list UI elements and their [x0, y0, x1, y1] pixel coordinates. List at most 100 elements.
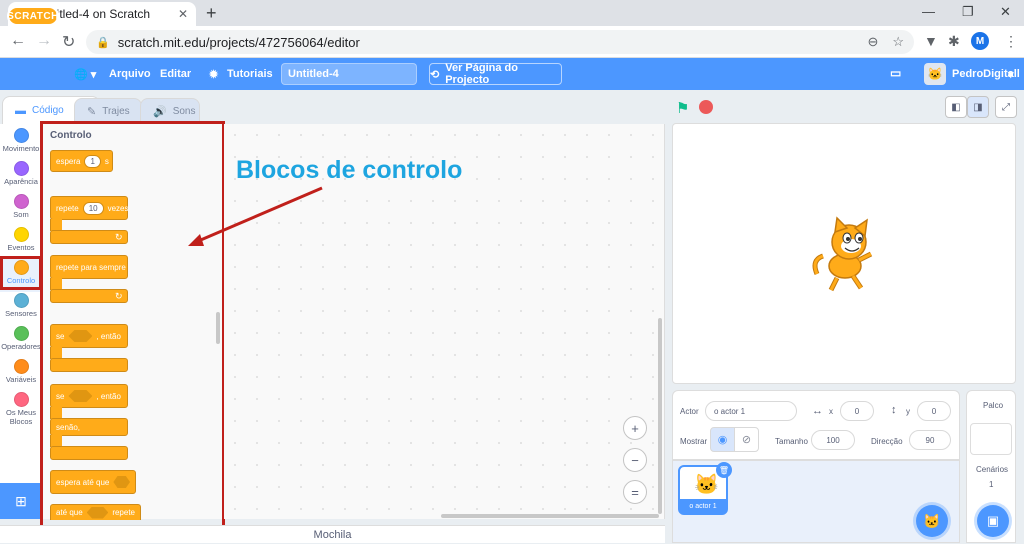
annotation-arrow	[188, 186, 323, 246]
category-sensing-label: Sensores	[5, 309, 37, 318]
small-stage-icon: ◧	[951, 101, 961, 113]
category-operators-label: Operadores	[1, 342, 41, 351]
add-extension-icon: ⊞	[15, 492, 27, 509]
category-my-blocks-dot	[13, 392, 29, 407]
zoom-reset-button[interactable]: =	[623, 480, 647, 504]
user-avatar[interactable]: 🐱	[924, 63, 946, 85]
hide-sprite-button[interactable]: ⊘	[734, 427, 759, 452]
lock-icon: 🔒	[96, 36, 110, 49]
new-tab-icon[interactable]: +	[206, 3, 217, 24]
cat-thumbnail-icon: 🐱	[694, 474, 719, 496]
category-operators[interactable]: Operadores	[0, 326, 42, 360]
category-looks-dot	[13, 161, 29, 176]
zoom-out-button[interactable]: −	[623, 448, 647, 472]
see-project-page-button[interactable]: ⟲ Ver Página do Projecto	[429, 62, 562, 86]
language-globe-icon[interactable]: 🌐 ▾	[74, 68, 96, 81]
category-events-dot	[13, 227, 29, 242]
menu-file[interactable]: Arquivo	[109, 68, 151, 80]
size-input[interactable]: 100	[811, 430, 855, 450]
category-variables[interactable]: Variáveis	[0, 359, 42, 393]
profile-avatar[interactable]: M	[971, 32, 989, 50]
category-sensing-dot	[13, 293, 29, 308]
browser-tab-title: Untitled-4 on Scratch	[38, 7, 151, 21]
category-my-blocks-label: Os Meus Blocos	[5, 408, 36, 426]
choose-sprite-button[interactable]: 🐱	[916, 505, 948, 537]
reload-icon[interactable]: ↻	[62, 32, 75, 52]
annotation-text: Blocos de controlo	[236, 156, 463, 184]
category-sensing[interactable]: Sensores	[0, 293, 42, 327]
menu-tutorials[interactable]: Tutoriais	[227, 68, 273, 80]
script-vertical-scrollbar[interactable]	[658, 318, 662, 514]
scratch-logo[interactable]: SCRATCH	[7, 6, 59, 26]
puzzle-extensions-icon[interactable]: ✱	[948, 33, 960, 50]
small-stage-button[interactable]: ◧	[945, 96, 967, 118]
address-bar[interactable]: 🔒 scratch.mit.edu/projects/472756064/edi…	[86, 30, 914, 54]
tutorials-bulb-icon: ✹	[209, 69, 219, 81]
forward-icon[interactable]: →	[36, 32, 52, 50]
x-label: x	[829, 407, 833, 416]
tab-sounds-label: Sons	[172, 106, 196, 117]
browser-toolbar: ← → ↻ 🔒 scratch.mit.edu/projects/4727560…	[0, 26, 1024, 58]
category-motion[interactable]: Movimento	[0, 128, 42, 162]
choose-backdrop-button[interactable]: ▣	[977, 505, 1009, 537]
show-label: Mostrar	[680, 437, 708, 446]
category-sound[interactable]: Som	[0, 194, 42, 228]
category-looks[interactable]: Aparência	[0, 161, 42, 195]
category-looks-label: Aparência	[4, 177, 38, 186]
zoom-in-button[interactable]: +	[623, 416, 647, 440]
show-sprite-button[interactable]: ◉	[710, 427, 735, 452]
account-chevron-down-icon[interactable]: ▾	[1008, 68, 1014, 81]
remix-arrows-icon: ⟲	[430, 68, 440, 81]
stop-icon[interactable]	[699, 100, 713, 114]
close-tab-icon[interactable]: ✕	[178, 7, 188, 21]
category-motion-label: Movimento	[2, 144, 40, 153]
y-input[interactable]: 0	[917, 401, 951, 421]
category-operators-dot	[13, 326, 29, 341]
add-extension-button[interactable]: ⊞	[0, 483, 42, 519]
fullscreen-button[interactable]: ⤢	[995, 96, 1017, 118]
x-input[interactable]: 0	[840, 401, 874, 421]
palette-highlight	[40, 121, 225, 531]
browser-menu-icon[interactable]: ⋮	[1004, 33, 1018, 50]
my-stuff-folder-icon[interactable]: ▭	[890, 66, 901, 80]
back-icon[interactable]: ←	[10, 32, 26, 50]
menu-edit[interactable]: Editar	[160, 68, 191, 80]
cat-sprite[interactable]	[807, 216, 885, 294]
category-motion-dot	[13, 128, 29, 143]
category-my-blocks[interactable]: Os Meus Blocos	[0, 392, 42, 432]
horizontal-arrows-icon: ↔	[812, 405, 823, 417]
backpack[interactable]: Mochila	[0, 525, 665, 543]
eye-slash-icon: ⊘	[741, 434, 752, 446]
sprite-name-input[interactable]: o actor 1	[705, 401, 797, 421]
sprite-name-label: Actor	[680, 407, 699, 416]
project-title-input[interactable]: Untitled-4	[281, 63, 417, 85]
minimize-icon[interactable]: —	[922, 4, 935, 19]
tab-costumes-label: Trajes	[102, 106, 130, 117]
tab-code-label: Código	[32, 105, 64, 116]
script-horizontal-scrollbar[interactable]	[441, 514, 659, 518]
zoom-page-icon[interactable]: ⊖	[867, 34, 878, 50]
close-window-icon[interactable]: ✕	[1000, 4, 1011, 20]
fullscreen-icon: ⤢	[1002, 101, 1010, 113]
bookmark-star-icon[interactable]: ☆	[892, 34, 904, 50]
eye-icon: ◉	[717, 434, 728, 446]
stage-panel-title: Palco	[983, 401, 1004, 410]
extension-icon[interactable]: ▼	[924, 33, 938, 49]
stage-thumbnail[interactable]	[970, 423, 1012, 455]
category-variables-dot	[13, 359, 29, 374]
category-events-label: Eventos	[7, 243, 35, 252]
control-category-highlight	[0, 256, 42, 290]
url-text: scratch.mit.edu/projects/472756064/edito…	[117, 34, 360, 50]
see-project-page-label: Ver Página do Projecto	[445, 62, 518, 86]
stage[interactable]	[672, 123, 1016, 384]
direction-input[interactable]: 90	[909, 430, 951, 450]
category-variables-label: Variáveis	[5, 375, 37, 384]
normal-stage-icon: ◨	[973, 101, 983, 113]
normal-stage-button[interactable]: ◨	[967, 96, 989, 118]
zoom-in-icon: +	[631, 420, 639, 436]
restore-icon[interactable]: ❐	[962, 4, 974, 20]
backdrops-count: 1	[989, 480, 994, 489]
vertical-arrows-icon: ↕	[891, 404, 897, 416]
delete-sprite-button[interactable]: 🗑	[716, 462, 732, 478]
green-flag-icon[interactable]: ⚑	[676, 99, 689, 117]
